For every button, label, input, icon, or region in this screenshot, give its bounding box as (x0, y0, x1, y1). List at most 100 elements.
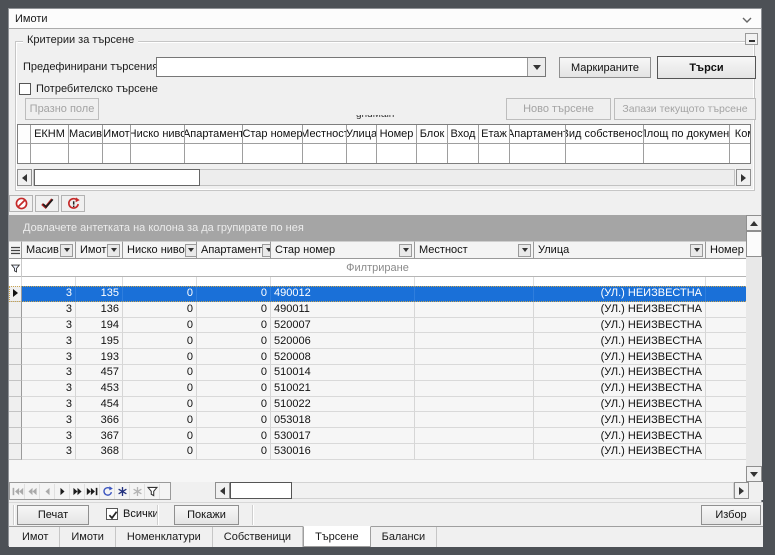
column-filter-dropdown-button[interactable] (690, 244, 703, 257)
table-row[interactable]: 319500520006(УЛ.) НЕИЗВЕСТНА (9, 333, 746, 349)
grid-cell[interactable]: 0 (123, 397, 197, 413)
row-indicator-cell[interactable] (9, 333, 22, 349)
grid-cell[interactable]: 530017 (271, 428, 415, 444)
tab-номенклатури[interactable]: Номенклатури (116, 527, 213, 547)
grid-cell[interactable]: 0 (123, 428, 197, 444)
criteria-empty-cell[interactable] (448, 144, 479, 163)
grid-cell[interactable] (706, 302, 746, 318)
combo-dropdown-button[interactable] (527, 58, 545, 76)
grid-column-header[interactable]: Масив (22, 241, 76, 259)
grid-cell[interactable]: 520006 (271, 333, 415, 349)
search-button[interactable]: Търси (657, 56, 756, 79)
criteria-empty-cell[interactable] (131, 144, 185, 163)
criteria-empty-cell[interactable] (31, 144, 69, 163)
print-button[interactable]: Печат (17, 505, 89, 525)
grid-cell[interactable]: (УЛ.) НЕИЗВЕСТНА (534, 444, 706, 460)
table-row[interactable]: 319400520007(УЛ.) НЕИЗВЕСТНА (9, 318, 746, 334)
row-indicator-cell[interactable] (9, 381, 22, 397)
grid-cell[interactable]: 490012 (271, 286, 415, 302)
nav-prev-icon[interactable] (40, 484, 55, 499)
select-button[interactable]: Избор (701, 505, 761, 525)
scrollbar-thumb[interactable] (34, 169, 200, 186)
grid-cell[interactable]: 0 (197, 412, 271, 428)
criteria-empty-cell[interactable] (347, 144, 377, 163)
grid-v-scrollbar[interactable] (746, 215, 762, 482)
grid-cell[interactable]: 457 (76, 365, 123, 381)
grid-cell[interactable]: (УЛ.) НЕИЗВЕСТНА (534, 412, 706, 428)
grid-cell[interactable]: 3 (22, 302, 76, 318)
grid-cell[interactable]: 0 (197, 302, 271, 318)
grid-cell[interactable] (415, 286, 534, 302)
column-filter-dropdown-button[interactable] (60, 244, 73, 257)
grid-cell[interactable]: (УЛ.) НЕИЗВЕСТНА (534, 349, 706, 365)
grid-cell[interactable] (415, 397, 534, 413)
grid-column-header[interactable]: Апартамент (197, 241, 271, 259)
grid-cell[interactable]: (УЛ.) НЕИЗВЕСТНА (534, 381, 706, 397)
criteria-empty-cell[interactable] (69, 144, 103, 163)
row-indicator-cell[interactable] (9, 318, 22, 334)
cancel-icon[interactable] (9, 195, 33, 212)
grid-cell[interactable]: 520007 (271, 318, 415, 334)
tab-собственици[interactable]: Собственици (213, 527, 303, 547)
grid-cell[interactable]: 3 (22, 412, 76, 428)
grid-cell[interactable]: 510022 (271, 397, 415, 413)
grid-cell[interactable] (415, 412, 534, 428)
grid-cell[interactable] (415, 365, 534, 381)
grid-cell[interactable]: 0 (123, 286, 197, 302)
tab-имот[interactable]: Имот (11, 527, 60, 547)
criteria-empty-cell[interactable] (18, 144, 31, 163)
criteria-column-header[interactable]: Блок (417, 125, 448, 144)
grid-column-header[interactable]: Местност (415, 241, 534, 259)
nav-next-page-icon[interactable] (70, 484, 85, 499)
checkbox-checked-icon[interactable] (106, 508, 118, 520)
grid-cell[interactable] (415, 333, 534, 349)
table-row[interactable]: 319300520008(УЛ.) НЕИЗВЕСТНА (9, 349, 746, 365)
grid-cell[interactable] (706, 381, 746, 397)
criteria-column-header[interactable]: Коментар (730, 125, 751, 144)
table-row[interactable]: 345400510022(УЛ.) НЕИЗВЕСТНА (9, 397, 746, 413)
grid-cell[interactable]: 510021 (271, 381, 415, 397)
grid-column-header[interactable]: Стар номер (271, 241, 415, 259)
grid-cell[interactable] (706, 397, 746, 413)
grid-cell[interactable]: 136 (76, 302, 123, 318)
criteria-column-header[interactable]: Вход (448, 125, 479, 144)
scroll-left-button[interactable] (17, 169, 32, 186)
column-filter-dropdown-button[interactable] (107, 244, 120, 257)
scrollbar-thumb[interactable] (746, 231, 762, 257)
column-filter-dropdown-button[interactable] (262, 244, 271, 257)
row-indicator-cell[interactable] (9, 397, 22, 413)
empty-field-button[interactable]: Празно поле (25, 98, 99, 120)
grid-cell[interactable]: 3 (22, 333, 76, 349)
grid-cell[interactable]: 0 (197, 428, 271, 444)
column-filter-dropdown-button[interactable] (399, 244, 412, 257)
grid-cell[interactable] (706, 444, 746, 460)
grid-cell[interactable]: 0 (197, 286, 271, 302)
grid-cell[interactable] (706, 365, 746, 381)
predefined-search-combobox[interactable] (156, 57, 546, 77)
refresh-icon[interactable] (61, 195, 85, 212)
criteria-empty-cell[interactable] (510, 144, 566, 163)
apply-check-icon[interactable] (35, 195, 59, 212)
criteria-empty-cell[interactable] (566, 144, 644, 163)
grid-cell[interactable]: 0 (123, 349, 197, 365)
save-current-search-button[interactable]: Запази текущото търсене (614, 98, 756, 120)
grid-column-header[interactable]: Улица (534, 241, 706, 259)
grid-cell[interactable] (706, 333, 746, 349)
panel-titlebar[interactable]: Имоти (9, 9, 761, 29)
row-indicator-cell[interactable] (9, 302, 22, 318)
grid-filter-row[interactable]: Филтриране (9, 259, 746, 277)
grid-cell[interactable] (415, 318, 534, 334)
grid-cell[interactable] (415, 349, 534, 365)
grid-cell[interactable] (415, 444, 534, 460)
grid-cell[interactable]: 0 (197, 397, 271, 413)
criteria-column-header[interactable]: Стар номер (243, 125, 303, 144)
criteria-column-header[interactable]: ЕКНМ (31, 125, 69, 144)
criteria-empty-cell[interactable] (730, 144, 751, 163)
criteria-empty-cell[interactable] (479, 144, 510, 163)
grid-cell[interactable]: 135 (76, 286, 123, 302)
scrollbar-track[interactable] (230, 482, 734, 499)
grid-cell[interactable]: 367 (76, 428, 123, 444)
grid-cell[interactable]: (УЛ.) НЕИЗВЕСТНА (534, 333, 706, 349)
grid-cell[interactable]: 0 (123, 444, 197, 460)
nav-new-disabled-icon[interactable] (130, 484, 145, 499)
